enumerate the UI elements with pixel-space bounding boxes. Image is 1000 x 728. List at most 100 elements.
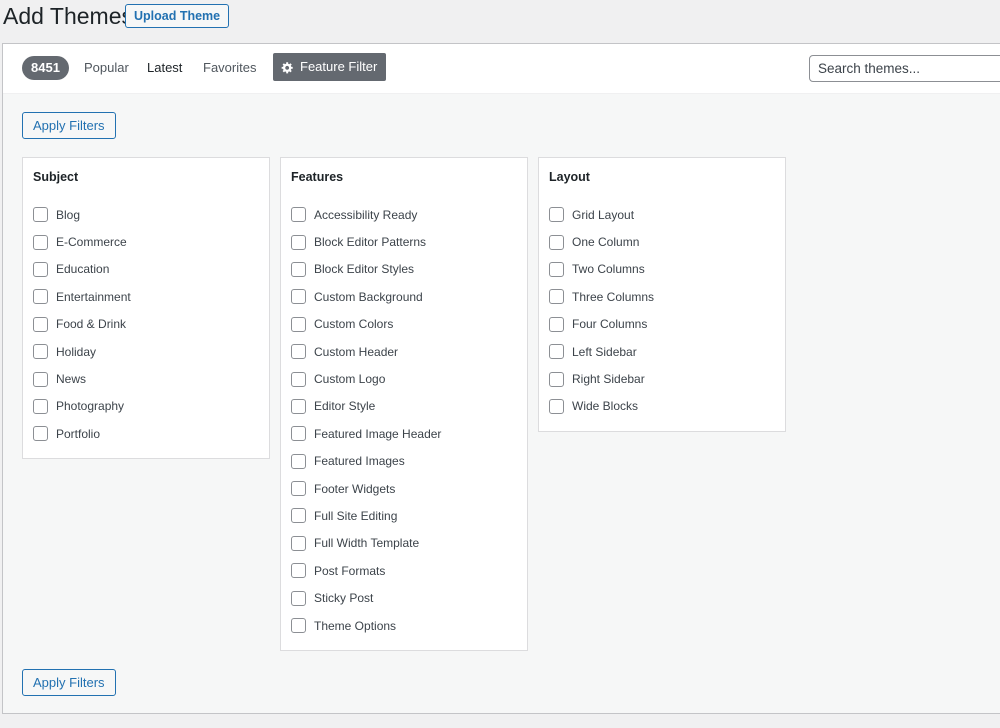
filter-option-label: Featured Image Header <box>314 426 442 441</box>
filter-option[interactable]: Holiday <box>33 338 269 365</box>
checkbox[interactable] <box>549 207 564 223</box>
filter-option-label: Blog <box>56 207 81 222</box>
tab-latest[interactable]: Latest <box>147 56 182 80</box>
filter-option-label: Custom Colors <box>314 317 394 332</box>
filter-option-label: Post Formats <box>314 563 386 578</box>
checkbox[interactable] <box>291 398 306 414</box>
apply-filters-button-top[interactable]: Apply Filters <box>22 112 116 139</box>
upload-theme-button[interactable]: Upload Theme <box>125 4 230 28</box>
checkbox[interactable] <box>33 344 48 360</box>
filter-option[interactable]: Block Editor Styles <box>291 256 527 283</box>
filter-option-label: Accessibility Ready <box>314 207 418 222</box>
checkbox[interactable] <box>291 234 306 250</box>
filter-option[interactable]: Custom Colors <box>291 311 527 338</box>
checkbox[interactable] <box>33 426 48 442</box>
filter-option-label: Block Editor Styles <box>314 262 415 277</box>
checkbox[interactable] <box>291 289 306 305</box>
filter-option[interactable]: Sticky Post <box>291 584 527 611</box>
filter-option[interactable]: Full Site Editing <box>291 502 527 529</box>
checkbox[interactable] <box>549 234 564 250</box>
checkbox[interactable] <box>33 234 48 250</box>
filter-option-label: Entertainment <box>56 289 131 304</box>
filter-option[interactable]: Education <box>33 256 269 283</box>
theme-count-badge: 8451 <box>22 56 69 80</box>
filter-option[interactable]: Editor Style <box>291 393 527 420</box>
checkbox[interactable] <box>549 261 564 277</box>
checkbox[interactable] <box>549 316 564 332</box>
checkbox[interactable] <box>33 289 48 305</box>
search-themes-input[interactable] <box>809 55 1000 82</box>
filter-option[interactable]: Grid Layout <box>549 201 785 228</box>
filter-option[interactable]: Custom Header <box>291 338 527 365</box>
checkbox[interactable] <box>291 535 306 551</box>
filter-option-label: Custom Background <box>314 289 423 304</box>
filter-option[interactable]: Featured Image Header <box>291 420 527 447</box>
checkbox[interactable] <box>291 344 306 360</box>
feature-filter-button[interactable]: Feature Filter <box>273 53 387 81</box>
checkbox[interactable] <box>33 261 48 277</box>
filter-option-label: Holiday <box>56 344 97 359</box>
filter-option[interactable]: E-Commerce <box>33 228 269 255</box>
filter-option[interactable]: Post Formats <box>291 557 527 584</box>
checkbox[interactable] <box>291 426 306 442</box>
filter-option[interactable]: Wide Blocks <box>549 393 785 420</box>
checkbox[interactable] <box>549 398 564 414</box>
checkbox[interactable] <box>291 590 306 606</box>
theme-filter-panel: 8451 Popular Latest Favorites Feature Fi… <box>2 43 1000 714</box>
checkbox[interactable] <box>291 371 306 387</box>
filter-option[interactable]: Full Width Template <box>291 530 527 557</box>
filter-group-layout: Layout Grid Layout One Column Two Columns T… <box>538 157 786 432</box>
group-title: Layout <box>549 170 590 184</box>
filter-option[interactable]: Right Sidebar <box>549 365 785 392</box>
checkbox[interactable] <box>291 261 306 277</box>
filter-option-label: Editor Style <box>314 399 376 414</box>
feature-filter-label: Feature Filter <box>300 59 378 74</box>
filter-option[interactable]: Three Columns <box>549 283 785 310</box>
filter-option[interactable]: Accessibility Ready <box>291 201 527 228</box>
checkbox[interactable] <box>33 316 48 332</box>
checkbox[interactable] <box>549 289 564 305</box>
checkbox[interactable] <box>291 618 306 634</box>
checkbox[interactable] <box>549 344 564 360</box>
checkbox[interactable] <box>291 453 306 469</box>
checkbox[interactable] <box>291 508 306 524</box>
filter-option[interactable]: Featured Images <box>291 448 527 475</box>
checkbox[interactable] <box>291 207 306 223</box>
filter-option[interactable]: Theme Options <box>291 612 527 639</box>
page-title: Add Themes <box>3 3 133 29</box>
filter-option-label: Theme Options <box>314 618 397 633</box>
checkbox[interactable] <box>33 207 48 223</box>
tab-favorites[interactable]: Favorites <box>203 56 256 80</box>
filter-option[interactable]: News <box>33 365 269 392</box>
filter-option[interactable]: Portfolio <box>33 420 269 447</box>
checkbox[interactable] <box>291 563 306 579</box>
filter-option[interactable]: Blog <box>33 201 269 228</box>
filter-option-label: Footer Widgets <box>314 481 396 496</box>
filter-option-label: Four Columns <box>572 317 648 332</box>
filter-option-label: Education <box>56 262 110 277</box>
filter-option[interactable]: Photography <box>33 393 269 420</box>
filter-option-label: Food & Drink <box>56 317 127 332</box>
filter-option[interactable]: Four Columns <box>549 311 785 338</box>
checkbox[interactable] <box>33 398 48 414</box>
filter-option-label: Three Columns <box>572 289 655 304</box>
filter-option[interactable]: Block Editor Patterns <box>291 228 527 255</box>
filter-option[interactable]: Entertainment <box>33 283 269 310</box>
filter-option-label: Grid Layout <box>572 207 635 222</box>
filter-option[interactable]: One Column <box>549 228 785 255</box>
filter-option-label: Right Sidebar <box>572 372 645 387</box>
checkbox[interactable] <box>549 371 564 387</box>
apply-filters-button-bottom[interactable]: Apply Filters <box>22 669 116 696</box>
filter-option[interactable]: Custom Background <box>291 283 527 310</box>
filter-option[interactable]: Food & Drink <box>33 311 269 338</box>
filter-option[interactable]: Two Columns <box>549 256 785 283</box>
filter-option[interactable]: Custom Logo <box>291 365 527 392</box>
tab-popular[interactable]: Popular <box>84 56 129 80</box>
filter-option[interactable]: Footer Widgets <box>291 475 527 502</box>
filter-option[interactable]: Left Sidebar <box>549 338 785 365</box>
filter-option-label: Full Site Editing <box>314 508 398 523</box>
filter-option-label: Portfolio <box>56 426 101 441</box>
checkbox[interactable] <box>291 481 306 497</box>
checkbox[interactable] <box>291 316 306 332</box>
checkbox[interactable] <box>33 371 48 387</box>
